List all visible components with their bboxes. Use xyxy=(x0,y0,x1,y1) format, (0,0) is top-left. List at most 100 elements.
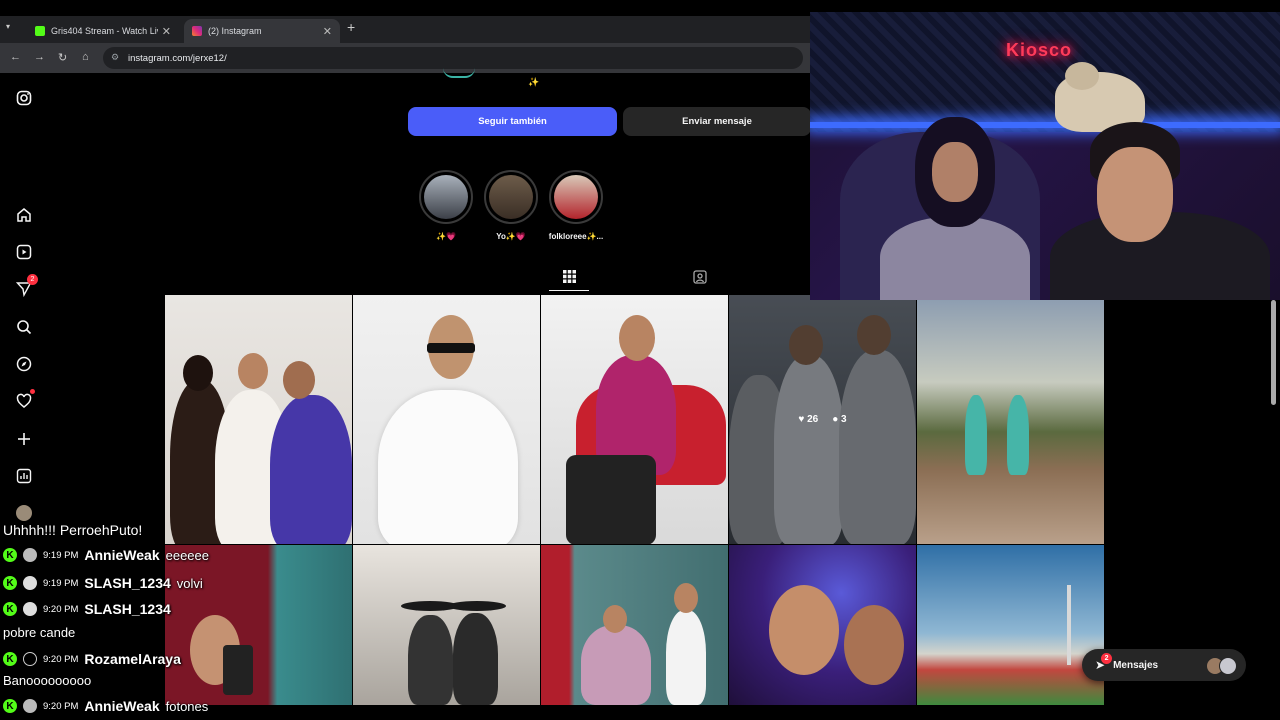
photo-figure xyxy=(666,610,706,705)
chat-username[interactable]: RozamelAraya xyxy=(84,651,181,667)
webcam-overlay: Kiosco xyxy=(810,12,1280,300)
reload-icon[interactable]: ↻ xyxy=(58,51,67,64)
chat-username[interactable]: AnnieWeak xyxy=(84,698,159,714)
sunglasses xyxy=(427,343,475,353)
home-icon[interactable] xyxy=(14,205,34,225)
kick-badge-icon: K xyxy=(3,652,17,666)
photo-figure xyxy=(581,625,651,705)
comment-bubble-icon: ● xyxy=(832,414,839,425)
forward-icon[interactable]: → xyxy=(34,51,45,63)
neon-light-strip xyxy=(810,122,1280,128)
story-highlight[interactable] xyxy=(549,170,603,224)
chat-username[interactable]: SLASH_1234 xyxy=(84,575,170,591)
post-thumbnail[interactable] xyxy=(917,545,1104,705)
post-thumbnail[interactable] xyxy=(353,545,540,705)
chat-username[interactable]: SLASH_1234 xyxy=(84,601,170,617)
chat-message: K 9:19 PM AnnieWeak eeeeee xyxy=(3,545,209,565)
messages-button[interactable]: ➤ 2 Mensajes xyxy=(1082,649,1246,681)
chat-time: 9:19 PM xyxy=(43,577,79,589)
instagram-logo-icon[interactable] xyxy=(14,88,34,108)
tab-instagram[interactable]: (2) Instagram ✕ xyxy=(184,19,340,43)
chat-message: K 9:20 PM SLASH_1234 xyxy=(3,599,177,619)
kick-badge-icon: K xyxy=(3,699,17,713)
phone xyxy=(223,645,253,695)
new-tab-icon[interactable]: + xyxy=(347,19,355,35)
tab-kick-stream[interactable]: Gris404 Stream - Watch Live on ✕ xyxy=(27,19,179,43)
address-bar[interactable]: ⚙ instagram.com/jerxe12/ xyxy=(103,47,803,69)
post-thumbnail[interactable] xyxy=(353,295,540,544)
chat-time: 9:19 PM xyxy=(43,549,79,561)
direct-messages-icon[interactable]: 2 xyxy=(14,274,38,299)
follow-button[interactable]: Seguir también xyxy=(408,107,617,136)
scrollbar-thumb[interactable] xyxy=(1271,300,1276,405)
close-tab-icon[interactable]: ✕ xyxy=(323,25,332,38)
explore-compass-icon[interactable] xyxy=(14,354,34,374)
messages-badge: 2 xyxy=(1101,653,1113,664)
photo-figure xyxy=(1007,395,1029,475)
likes-count: ♥ 26 xyxy=(798,414,819,425)
person-right-face xyxy=(1097,147,1173,242)
hat xyxy=(448,601,506,611)
close-tab-icon[interactable]: ✕ xyxy=(162,25,171,38)
kick-badge-icon: K xyxy=(3,576,17,590)
post-thumbnail[interactable] xyxy=(917,295,1104,544)
chat-text: volvi xyxy=(176,575,203,591)
home-icon[interactable]: ⌂ xyxy=(82,51,89,63)
direct-messages-icon: ➤ 2 xyxy=(1095,653,1113,672)
kick-favicon-icon xyxy=(35,26,45,36)
chat-avatar xyxy=(23,602,37,616)
photo-figure xyxy=(408,615,453,705)
post-thumbnail[interactable] xyxy=(541,545,728,705)
instagram-sidebar: 2 xyxy=(0,73,48,720)
post-thumbnail[interactable] xyxy=(165,545,352,705)
profile-avatar-icon[interactable] xyxy=(14,503,34,523)
site-info-icon[interactable]: ⚙ xyxy=(111,52,119,63)
chat-message-continued: pobre cande xyxy=(3,625,76,640)
kick-badge-icon: K xyxy=(3,548,17,562)
cat-head xyxy=(1065,62,1099,90)
tagged-tab-icon[interactable] xyxy=(693,270,707,287)
photo-head xyxy=(769,585,839,675)
story-highlight[interactable] xyxy=(419,170,473,224)
chat-message-continued: Banooooooooo xyxy=(3,673,92,688)
browser-toolbar: ← → ↻ ⌂ ⚙ instagram.com/jerxe12/ xyxy=(0,43,810,73)
url-text: instagram.com/jerxe12/ xyxy=(128,52,227,64)
photo-head xyxy=(619,315,655,361)
highlight-label: folkloreee✨... xyxy=(548,232,604,241)
create-plus-icon[interactable] xyxy=(14,429,34,449)
post-thumbnail[interactable] xyxy=(729,545,916,705)
acoustic-panel xyxy=(810,12,1280,132)
message-button[interactable]: Enviar mensaje xyxy=(623,107,811,136)
photo-head xyxy=(603,605,627,633)
post-thumbnail-hovered[interactable]: ♥ 26 ● 3 xyxy=(729,295,916,544)
photo-figure xyxy=(270,395,352,544)
photo-head xyxy=(283,361,315,399)
story-highlight[interactable] xyxy=(484,170,538,224)
notifications-heart-icon[interactable] xyxy=(14,389,35,411)
chat-username[interactable]: AnnieWeak xyxy=(84,547,159,563)
chat-message: K 9:20 PM RozamelAraya xyxy=(3,649,187,669)
tab-title: Gris404 Stream - Watch Live on xyxy=(51,26,158,36)
chat-time: 9:20 PM xyxy=(43,653,79,665)
chat-avatar xyxy=(23,699,37,713)
back-icon[interactable]: ← xyxy=(10,51,21,63)
chat-message: K 9:20 PM AnnieWeak fotones xyxy=(3,696,208,716)
bio-emoji: ✨ xyxy=(528,77,540,87)
reels-icon[interactable] xyxy=(14,242,34,262)
tab-search-chevron-icon[interactable]: ▾ xyxy=(6,22,10,31)
notification-dot xyxy=(30,389,35,394)
dashboard-chart-icon[interactable] xyxy=(14,466,34,486)
search-icon[interactable] xyxy=(14,317,34,337)
messages-label: Mensajes xyxy=(1113,659,1159,671)
photo-figure xyxy=(378,390,518,544)
post-thumbnail[interactable] xyxy=(165,295,352,544)
photo-figure xyxy=(453,613,498,705)
chat-avatar xyxy=(23,576,37,590)
post-thumbnail[interactable] xyxy=(541,295,728,544)
avatar xyxy=(1219,657,1237,675)
posts-grid-tab[interactable] xyxy=(549,270,589,291)
highlight-cover xyxy=(554,175,598,219)
chat-time: 9:20 PM xyxy=(43,603,79,615)
person-left-face xyxy=(932,142,978,202)
neon-sign: Kiosco xyxy=(1006,40,1073,60)
